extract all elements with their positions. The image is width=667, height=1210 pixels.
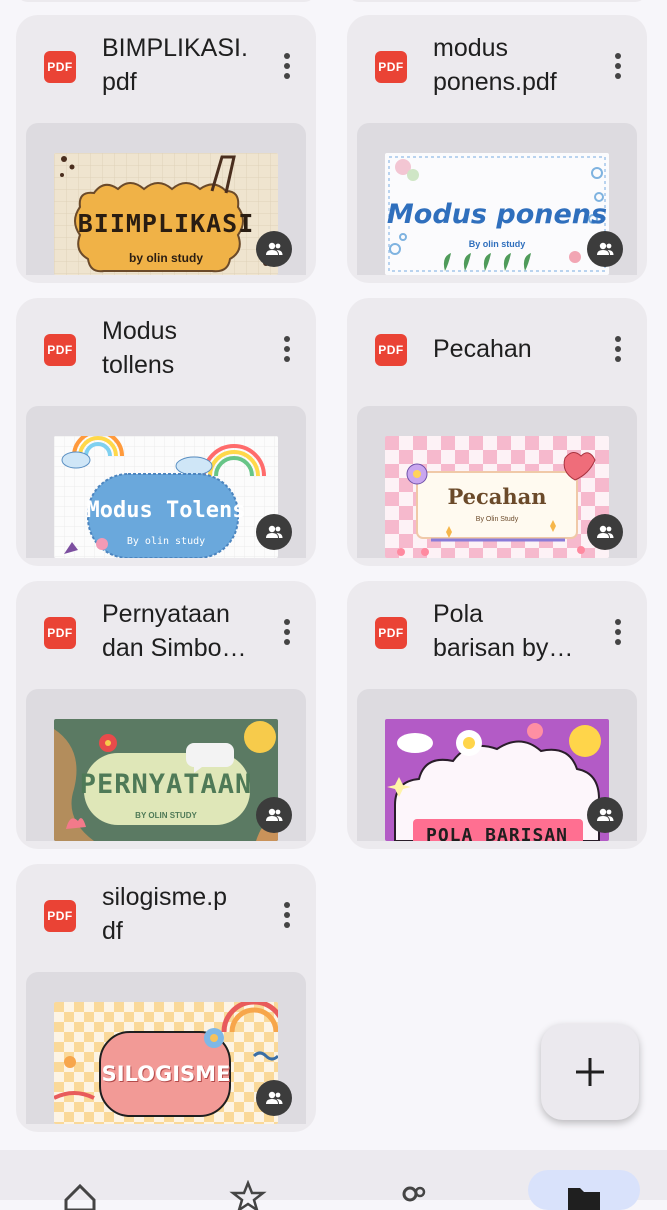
thumbnail-title: Modus ponens <box>386 199 608 230</box>
shared-people-icon <box>256 514 292 550</box>
file-card-header: PDF Modus tollens <box>16 298 316 406</box>
file-name: Pola barisan by… <box>433 600 574 662</box>
file-thumbnail: Modus Tolens By olin study <box>54 436 278 558</box>
previous-card-edge <box>347 0 647 2</box>
file-thumbnail: Pecahan By Olin Study <box>385 436 609 558</box>
more-options-icon[interactable] <box>611 619 625 651</box>
file-card-pernyataan[interactable]: PDF Pernyataan dan Simbo… PERNYATAAN BY … <box>16 581 316 849</box>
file-card-header: PDF modus ponens.pdf <box>347 15 647 123</box>
folder-icon <box>568 1188 600 1210</box>
more-options-icon[interactable] <box>611 53 625 85</box>
file-card-pola-barisan[interactable]: PDF Pola barisan by… POLA BARISAN <box>347 581 647 849</box>
more-options-icon[interactable] <box>280 336 294 368</box>
file-card-bimplikasi[interactable]: PDF BIMPLIKASI. pdf BIIMPLIKASI by olin … <box>16 15 316 283</box>
file-card-pecahan[interactable]: PDF Pecahan Pecahan By Olin Study <box>347 298 647 566</box>
file-card-header: PDF Pola barisan by… <box>347 581 647 689</box>
thumbnail-subtitle: By olin study <box>468 239 526 249</box>
file-thumbnail-area[interactable]: PERNYATAAN BY OLIN STUDY <box>26 689 306 841</box>
nav-shared[interactable] <box>354 1150 474 1202</box>
thumbnail-title: PERNYATAAN <box>79 769 253 800</box>
thumbnail-title: BIIMPLIKASI <box>77 209 255 238</box>
thumbnail-title: POLA BARISAN <box>425 825 569 841</box>
more-options-icon[interactable] <box>280 53 294 85</box>
file-card-header: PDF Pecahan <box>347 298 647 406</box>
file-thumbnail-area[interactable]: Modus Tolens By olin study <box>26 406 306 558</box>
more-options-icon[interactable] <box>611 336 625 368</box>
file-thumbnail-area[interactable]: Modus ponens By olin study <box>357 123 637 275</box>
file-name: Pernyataan dan Simbo… <box>102 600 247 662</box>
new-file-button[interactable] <box>541 1024 639 1120</box>
home-icon <box>64 1183 96 1210</box>
shared-people-icon <box>587 797 623 833</box>
pdf-file-icon: PDF <box>375 617 407 649</box>
file-card-modus-tollens[interactable]: PDF Modus tollens Modus Tolens By olin s… <box>16 298 316 566</box>
pdf-file-icon: PDF <box>375 334 407 366</box>
shared-people-icon <box>256 797 292 833</box>
nav-home[interactable] <box>20 1150 140 1210</box>
file-thumbnail-area[interactable]: BIIMPLIKASI by olin study <box>26 123 306 275</box>
thumbnail-title: Pecahan <box>447 484 547 509</box>
bottom-navigation <box>0 1150 667 1210</box>
previous-card-edge <box>16 0 316 2</box>
thumbnail-subtitle: by olin study <box>128 251 204 265</box>
thumbnail-subtitle: By olin study <box>126 536 206 547</box>
thumbnail-subtitle: By Olin Study <box>475 516 519 523</box>
file-thumbnail: Modus ponens By olin study <box>385 153 609 275</box>
file-thumbnail: BIIMPLIKASI by olin study <box>54 153 278 275</box>
file-name: modus ponens.pdf <box>433 34 557 96</box>
pdf-file-icon: PDF <box>44 617 76 649</box>
shared-icon <box>402 1186 426 1202</box>
file-card-header: PDF BIMPLIKASI. pdf <box>16 15 316 123</box>
shared-people-icon <box>256 1080 292 1116</box>
file-name: Pecahan <box>433 335 532 363</box>
star-icon <box>229 1180 267 1210</box>
pdf-file-icon: PDF <box>44 900 76 932</box>
file-name: BIMPLIKASI. pdf <box>102 34 248 96</box>
file-thumbnail: POLA BARISAN <box>385 719 609 841</box>
file-card-silogisme[interactable]: PDF silogisme.p df SILOGISME <box>16 864 316 1132</box>
file-name: silogisme.p df <box>102 883 228 945</box>
thumbnail-subtitle: BY OLIN STUDY <box>135 811 197 820</box>
shared-people-icon <box>587 231 623 267</box>
pdf-file-icon: PDF <box>375 51 407 83</box>
file-card-header: PDF Pernyataan dan Simbo… <box>16 581 316 689</box>
nav-starred[interactable] <box>188 1150 308 1210</box>
file-thumbnail-area[interactable]: Pecahan By Olin Study <box>357 406 637 558</box>
file-thumbnail: PERNYATAAN BY OLIN STUDY <box>54 719 278 841</box>
pdf-file-icon: PDF <box>44 334 76 366</box>
more-options-icon[interactable] <box>280 902 294 934</box>
shared-people-icon <box>587 514 623 550</box>
file-card-modus-ponens[interactable]: PDF modus ponens.pdf Modus ponens By oli… <box>347 15 647 283</box>
file-card-header: PDF silogisme.p df <box>16 864 316 972</box>
nav-files[interactable] <box>524 1150 644 1210</box>
thumbnail-title: SILOGISME <box>101 1062 231 1086</box>
file-thumbnail-area[interactable]: SILOGISME <box>26 972 306 1124</box>
pdf-file-icon: PDF <box>44 51 76 83</box>
shared-people-icon <box>256 231 292 267</box>
plus-icon <box>576 1058 604 1086</box>
file-thumbnail-area[interactable]: POLA BARISAN <box>357 689 637 841</box>
file-name: Modus tollens <box>102 317 178 379</box>
file-thumbnail: SILOGISME <box>54 1002 278 1124</box>
thumbnail-title: Modus Tolens <box>86 498 246 523</box>
more-options-icon[interactable] <box>280 619 294 651</box>
